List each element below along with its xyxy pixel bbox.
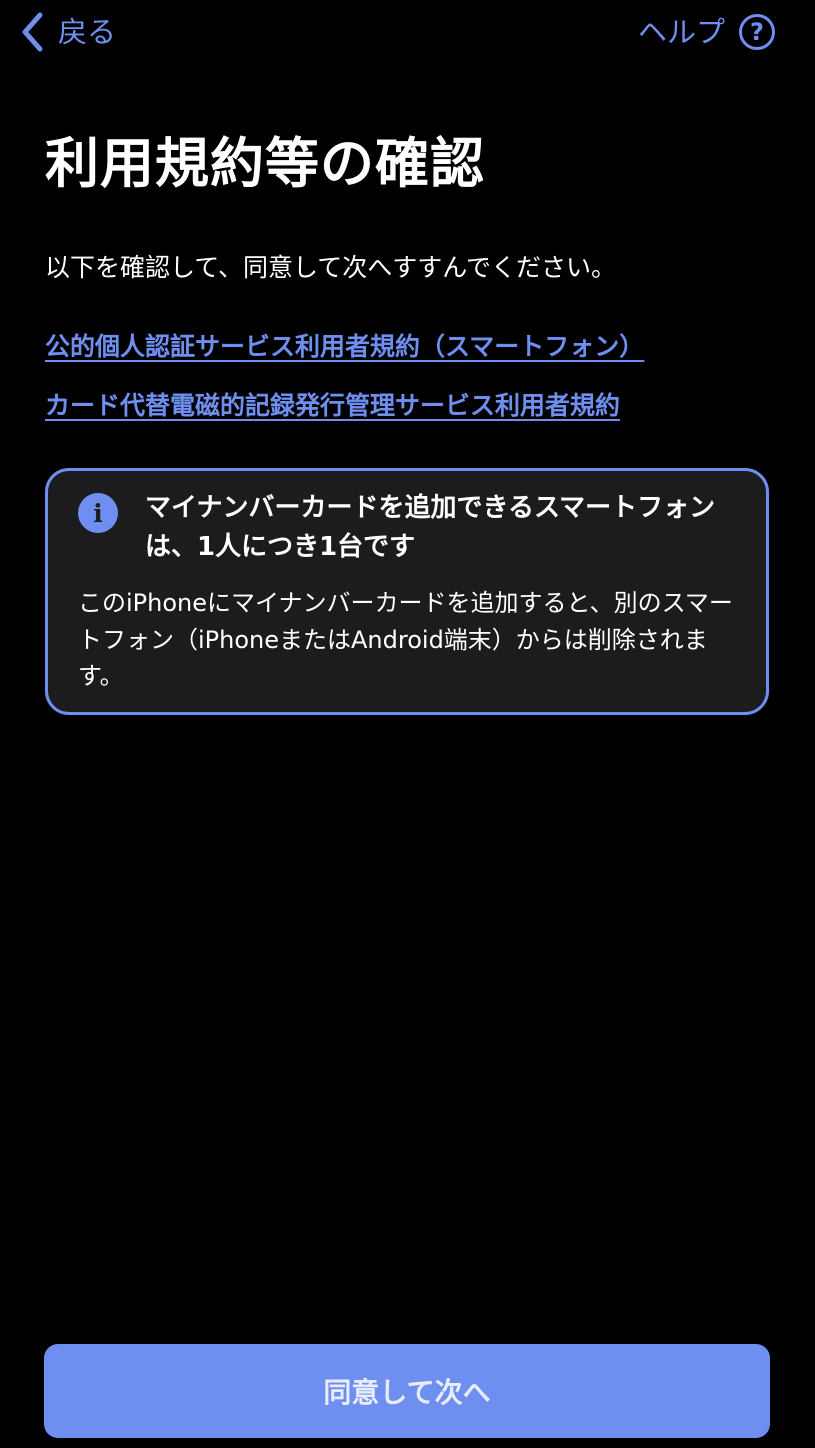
help-label: ヘルプ <box>637 14 725 49</box>
info-icon: i <box>78 493 118 533</box>
help-button[interactable]: ヘルプ ? <box>638 10 775 54</box>
question-circle-icon: ? <box>739 14 775 50</box>
card-record-terms-link[interactable]: カード代替電磁的記録発行管理サービス利用者規約 <box>45 388 620 423</box>
notice-body: このiPhoneにマイナンバーカードを追加すると、別のスマートフォン（iPhon… <box>78 589 733 691</box>
back-label: 戻る <box>58 14 117 49</box>
instruction-text: 以下を確認して、同意して次へすすんでください。 <box>45 253 617 282</box>
notice-heading: マイナンバーカードを追加できるスマートフォンは、1人につき1台です <box>145 493 716 562</box>
back-button[interactable]: 戻る <box>20 10 116 54</box>
agree-next-button[interactable]: 同意して次へ <box>44 1344 770 1438</box>
public-auth-terms-link[interactable]: 公的個人認証サービス利用者規約（スマートフォン） <box>45 329 644 364</box>
navigation-bar: 戻る ヘルプ ? <box>0 0 815 64</box>
notice-card: i マイナンバーカードを追加できるスマートフォンは、1人につき1台です このiP… <box>45 468 769 715</box>
page-title: 利用規約等の確認 <box>45 132 485 195</box>
chevron-left-icon <box>20 12 44 52</box>
